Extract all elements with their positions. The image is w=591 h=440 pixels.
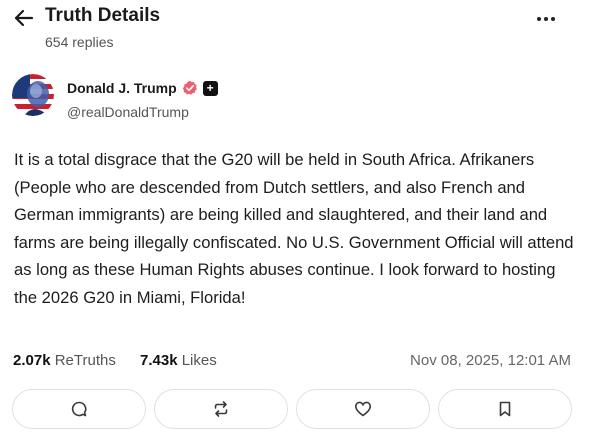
author-name-row: Donald J. Trump + bbox=[67, 80, 218, 96]
retruths-label: ReTruths bbox=[54, 352, 116, 369]
verified-badge-icon bbox=[182, 80, 198, 96]
post-author: Donald J. Trump + @realDonaldTrump bbox=[12, 74, 572, 124]
author-handle[interactable]: @realDonaldTrump bbox=[67, 104, 189, 120]
likes-stat[interactable]: 7.43k Likes bbox=[140, 352, 217, 369]
bookmark-icon bbox=[499, 401, 511, 417]
avatar[interactable] bbox=[12, 74, 54, 116]
likes-count: 7.43k bbox=[140, 352, 178, 369]
author-name[interactable]: Donald J. Trump bbox=[67, 80, 177, 96]
comment-icon bbox=[71, 401, 87, 417]
post-stats: 2.07k ReTruths 7.43k Likes Nov 08, 2025,… bbox=[13, 352, 578, 372]
reply-count: 654 replies bbox=[45, 34, 114, 50]
retruths-count: 2.07k bbox=[13, 352, 51, 369]
plus-badge-icon: + bbox=[202, 80, 218, 96]
post-timestamp: Nov 08, 2025, 12:01 AM bbox=[410, 352, 571, 369]
post-body: It is a total disgrace that the G20 will… bbox=[14, 150, 574, 307]
like-button[interactable] bbox=[296, 389, 430, 429]
repost-icon bbox=[214, 401, 228, 417]
arrow-left-icon[interactable] bbox=[12, 7, 36, 29]
likes-label: Likes bbox=[181, 352, 217, 369]
page-header: Truth Details 654 replies bbox=[0, 0, 591, 58]
action-bar bbox=[12, 389, 572, 429]
retruth-button[interactable] bbox=[154, 389, 288, 429]
heart-icon bbox=[355, 401, 371, 417]
page-title: Truth Details bbox=[45, 5, 161, 26]
bookmark-button[interactable] bbox=[438, 389, 572, 429]
reply-button[interactable] bbox=[12, 389, 146, 429]
more-horizontal-icon[interactable] bbox=[532, 8, 560, 30]
retruths-stat[interactable]: 2.07k ReTruths bbox=[13, 352, 116, 369]
